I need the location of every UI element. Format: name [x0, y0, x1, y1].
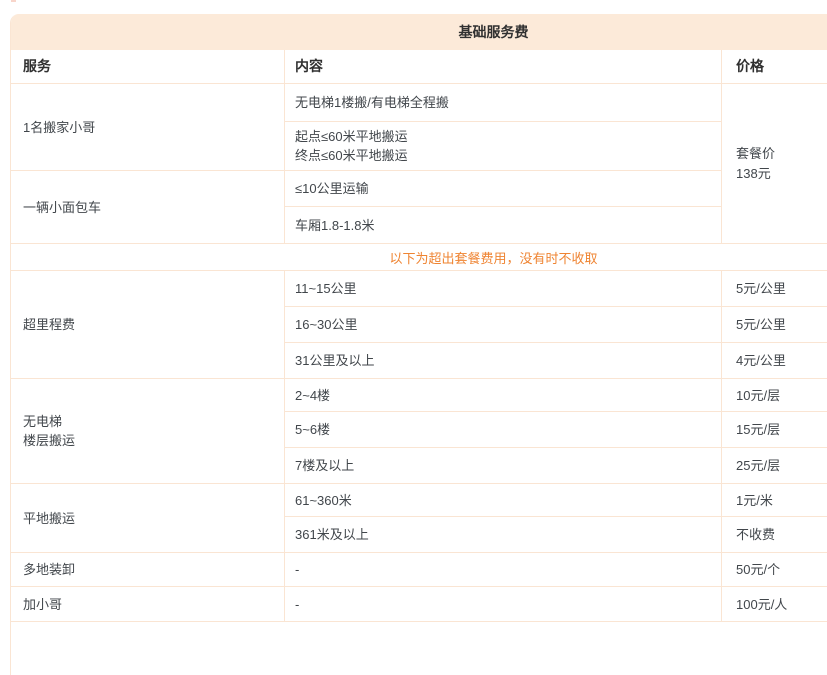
content-cell: 11~15公里	[284, 270, 721, 306]
content-cell-mover-row2: 起点≤60米平地搬运 终点≤60米平地搬运	[284, 121, 721, 170]
content-cell: 16~30公里	[284, 306, 721, 342]
content-cell: 7楼及以上	[284, 447, 721, 483]
service-line: 无电梯	[23, 412, 284, 431]
price-line: 138元	[736, 164, 827, 184]
service-line: 超里程费	[23, 315, 284, 334]
content-line: 起点≤60米平地搬运	[295, 127, 721, 146]
service-cell-stairs: 无电梯 楼层搬运	[11, 378, 284, 483]
table-title: 基础服务费	[11, 14, 827, 50]
content-cell-van-row2: 车厢1.8-1.8米	[284, 206, 721, 243]
service-cell-extra-mover: 加小哥	[11, 586, 284, 621]
cutoff-row	[11, 621, 827, 662]
service-line: 楼层搬运	[23, 431, 284, 450]
content-line: 终点≤60米平地搬运	[295, 146, 721, 165]
content-cell-van-row1: ≤10公里运输	[284, 170, 721, 206]
content-cell: 2~4楼	[284, 378, 721, 411]
service-cell-multi-stop: 多地装卸	[11, 552, 284, 586]
content-cell: 31公里及以上	[284, 342, 721, 378]
price-cell-package: 套餐价 138元	[721, 83, 827, 243]
service-cell-van: 一辆小面包车	[11, 170, 284, 243]
price-cell: 100元/人	[721, 586, 827, 621]
content-cell: -	[284, 586, 721, 621]
price-cell: 1元/米	[721, 483, 827, 516]
content-cell: 361米及以上	[284, 516, 721, 552]
service-cell-flat-carry: 平地搬运	[11, 483, 284, 552]
price-cell: 5元/公里	[721, 306, 827, 342]
top-edge-artifact	[11, 0, 16, 2]
service-cell-mileage: 超里程费	[11, 270, 284, 378]
service-cell-mover: 1名搬家小哥	[11, 83, 284, 170]
content-cell: -	[284, 552, 721, 586]
content-cell-mover-row1: 无电梯1楼搬/有电梯全程搬	[284, 83, 721, 121]
content-cell: 61~360米	[284, 483, 721, 516]
price-cell: 15元/层	[721, 411, 827, 447]
price-cell: 10元/层	[721, 378, 827, 411]
pricing-table: 基础服务费 服务 内容 价格 1名搬家小哥 无电梯1楼搬/有电梯全程搬 起点≤6…	[10, 14, 827, 675]
content-cell: 5~6楼	[284, 411, 721, 447]
price-cell: 不收费	[721, 516, 827, 552]
service-line: 平地搬运	[23, 509, 284, 528]
column-header-service: 服务	[11, 50, 284, 83]
column-header-content: 内容	[284, 50, 721, 83]
extra-fees-notice: 以下为超出套餐费用，没有时不收取	[11, 243, 827, 270]
price-cell: 5元/公里	[721, 270, 827, 306]
service-line: 加小哥	[23, 595, 284, 614]
service-line: 多地装卸	[23, 560, 284, 579]
price-cell: 25元/层	[721, 447, 827, 483]
price-line: 套餐价	[736, 144, 827, 164]
column-header-price: 价格	[721, 50, 827, 83]
price-cell: 50元/个	[721, 552, 827, 586]
price-cell: 4元/公里	[721, 342, 827, 378]
